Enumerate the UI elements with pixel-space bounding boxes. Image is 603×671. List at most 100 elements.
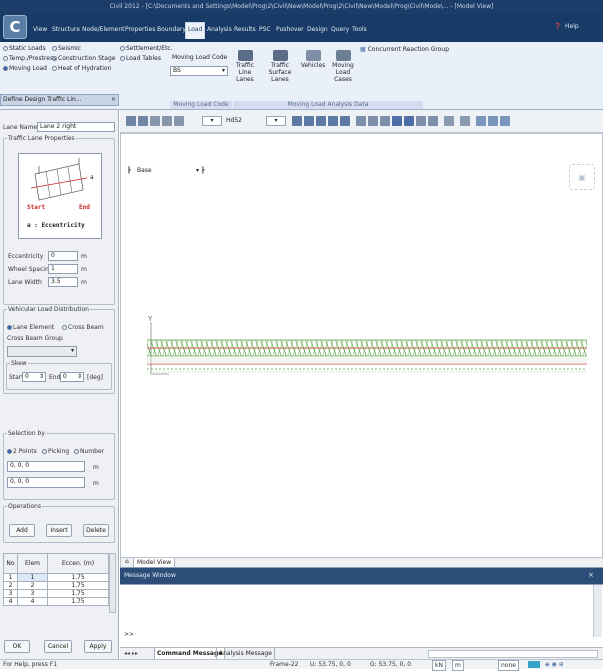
- table-row[interactable]: 3 3 1.75: [3, 589, 109, 598]
- view-select[interactable]: ▾: [266, 116, 286, 126]
- filter-select[interactable]: none: [498, 660, 519, 671]
- moving-load-cases-button[interactable]: Moving Load Cases: [327, 50, 359, 83]
- help-menu[interactable]: Help: [565, 23, 579, 30]
- vehicles-button[interactable]: Vehicles: [300, 50, 326, 69]
- table-row[interactable]: 2 2 1.75: [3, 581, 109, 590]
- radio-construction-stage[interactable]: Construction Stage: [52, 55, 115, 62]
- report-icon[interactable]: [488, 116, 498, 126]
- radio-2-points[interactable]: 2 Points: [7, 448, 37, 455]
- point2-input[interactable]: 0, 0, 0: [7, 477, 85, 488]
- moving-load-code-select[interactable]: BS ▾: [170, 66, 228, 76]
- tab-structure[interactable]: Structure: [52, 23, 80, 37]
- display-icon[interactable]: [392, 116, 402, 126]
- radio-icon: [3, 46, 8, 51]
- tab-results[interactable]: Results: [234, 23, 256, 37]
- radio-static-loads[interactable]: Static Loads: [3, 45, 46, 52]
- iso-view-icon[interactable]: [340, 116, 350, 126]
- snap-icon[interactable]: ◈ ◉ ⊕: [545, 660, 564, 669]
- copy-icon[interactable]: [500, 116, 510, 126]
- radio-cross-beam[interactable]: Cross Beam: [62, 324, 104, 331]
- help-icon[interactable]: ❓: [554, 23, 561, 30]
- table-row[interactable]: 4 4 1.75: [3, 597, 109, 606]
- wheel-spacing-input[interactable]: 1: [48, 264, 78, 274]
- select-icon[interactable]: [174, 116, 184, 126]
- radio-settlement[interactable]: Settlement/Etc.: [120, 45, 173, 52]
- tab-design[interactable]: Design: [307, 23, 328, 37]
- tab-query[interactable]: Query: [331, 23, 349, 37]
- pan-icon[interactable]: [138, 116, 148, 126]
- radio-number[interactable]: Number: [74, 448, 104, 455]
- viewport-nav-icon[interactable]: ⌂: [125, 558, 129, 565]
- refresh-icon[interactable]: [460, 116, 470, 126]
- define-design-traffic-dropdown[interactable]: Define Design Traffic Lin... ×: [0, 94, 119, 106]
- message-scrollbar[interactable]: [593, 585, 602, 637]
- length-unit-select[interactable]: m: [452, 660, 464, 671]
- left-view-icon[interactable]: [316, 116, 326, 126]
- radio-moving-load[interactable]: Moving Load: [3, 65, 47, 72]
- zoom-icon[interactable]: [126, 116, 136, 126]
- right-view-icon[interactable]: [328, 116, 338, 126]
- point1-input[interactable]: 0, 0, 0: [7, 461, 85, 472]
- fit-icon[interactable]: [162, 116, 172, 126]
- model-viewport[interactable]: ╠ Base ▾ ╠ ▣ Y ⌂ Model View: [120, 133, 603, 568]
- perspective-icon[interactable]: [416, 116, 426, 126]
- app-logo[interactable]: C: [3, 15, 27, 39]
- tab-node-element[interactable]: Node/Element: [82, 23, 125, 37]
- tab-boundary[interactable]: Boundary: [157, 23, 186, 37]
- lane-width-input[interactable]: 3.5: [48, 277, 78, 287]
- hidden-icon[interactable]: [380, 116, 390, 126]
- table-scrollbar[interactable]: [109, 553, 116, 613]
- insert-button[interactable]: Insert: [46, 524, 72, 537]
- viewport-selector[interactable]: ▾ ╠: [196, 167, 205, 174]
- lane-name-input[interactable]: Lane 2 right: [37, 122, 115, 132]
- radio-lane-element[interactable]: Lane Element: [7, 324, 54, 331]
- tab-tools[interactable]: Tools: [352, 23, 367, 37]
- tab-pushover[interactable]: Pushover: [276, 23, 304, 37]
- traffic-surface-lanes-button[interactable]: Traffic Surface Lanes: [262, 50, 298, 83]
- axis-icon[interactable]: [428, 116, 438, 126]
- cancel-button[interactable]: Cancel: [44, 640, 72, 653]
- wheel-spacing-label: Wheel Spacing: [8, 266, 53, 273]
- skew-end-input[interactable]: 0 ⇕: [60, 372, 84, 382]
- radio-temp-prestress[interactable]: Temp./Prestress: [3, 55, 56, 62]
- skew-start-input[interactable]: 0 ⇕: [22, 372, 46, 382]
- radio-picking[interactable]: Picking: [42, 448, 69, 455]
- close-icon[interactable]: ×: [588, 571, 594, 579]
- tab-nav-icon[interactable]: ◂◂ ▸▸: [124, 650, 138, 657]
- apply-button[interactable]: Apply: [84, 640, 112, 653]
- radio-seismic[interactable]: Seismic: [52, 45, 81, 52]
- tab-view[interactable]: View: [33, 23, 47, 37]
- horizontal-scrollbar[interactable]: [428, 650, 598, 658]
- table-row[interactable]: 1 1 1.75: [3, 573, 109, 582]
- layer-select[interactable]: ▾: [202, 116, 222, 126]
- message-window[interactable]: >> ◂◂ ▸▸ Command Message Analysis Messag…: [120, 584, 603, 660]
- radio-heat-of-hydration[interactable]: Heat of Hydration: [52, 65, 111, 72]
- traffic-line-lanes-button[interactable]: Traffic Line Lanes: [230, 50, 260, 83]
- rotate-icon[interactable]: [150, 116, 160, 126]
- shade-icon[interactable]: [404, 116, 414, 126]
- force-unit-select[interactable]: kN: [432, 660, 446, 671]
- concurrent-reaction-group-button[interactable]: ▦ Concurrent Reaction Group: [360, 46, 449, 53]
- tab-load[interactable]: Load: [185, 22, 206, 39]
- view-cube[interactable]: ▣: [569, 164, 595, 190]
- tab-analysis[interactable]: Analysis: [207, 23, 232, 37]
- bridge-model[interactable]: [147, 330, 587, 380]
- tab-psc[interactable]: PSC: [259, 23, 271, 37]
- cross-beam-group-select[interactable]: ▾: [7, 346, 77, 357]
- diagram-eccentricity-label: a : Eccentricity: [27, 222, 85, 229]
- tab-properties[interactable]: Properties: [125, 23, 155, 37]
- diagram-start-label: Start: [27, 204, 46, 211]
- top-view-icon[interactable]: [304, 116, 314, 126]
- radio-load-tables[interactable]: Load Tables: [120, 55, 161, 62]
- node-number-icon[interactable]: [356, 116, 366, 126]
- grid-icon[interactable]: [444, 116, 454, 126]
- add-button[interactable]: Add: [9, 524, 35, 537]
- traffic-line-lanes-icon: [237, 50, 253, 61]
- color-icon[interactable]: [528, 661, 540, 668]
- ok-button[interactable]: OK: [4, 640, 30, 653]
- element-number-icon[interactable]: [368, 116, 378, 126]
- delete-button[interactable]: Delete: [83, 524, 109, 537]
- table-icon[interactable]: [476, 116, 486, 126]
- front-view-icon[interactable]: [292, 116, 302, 126]
- eccentricity-input[interactable]: 0: [48, 251, 78, 261]
